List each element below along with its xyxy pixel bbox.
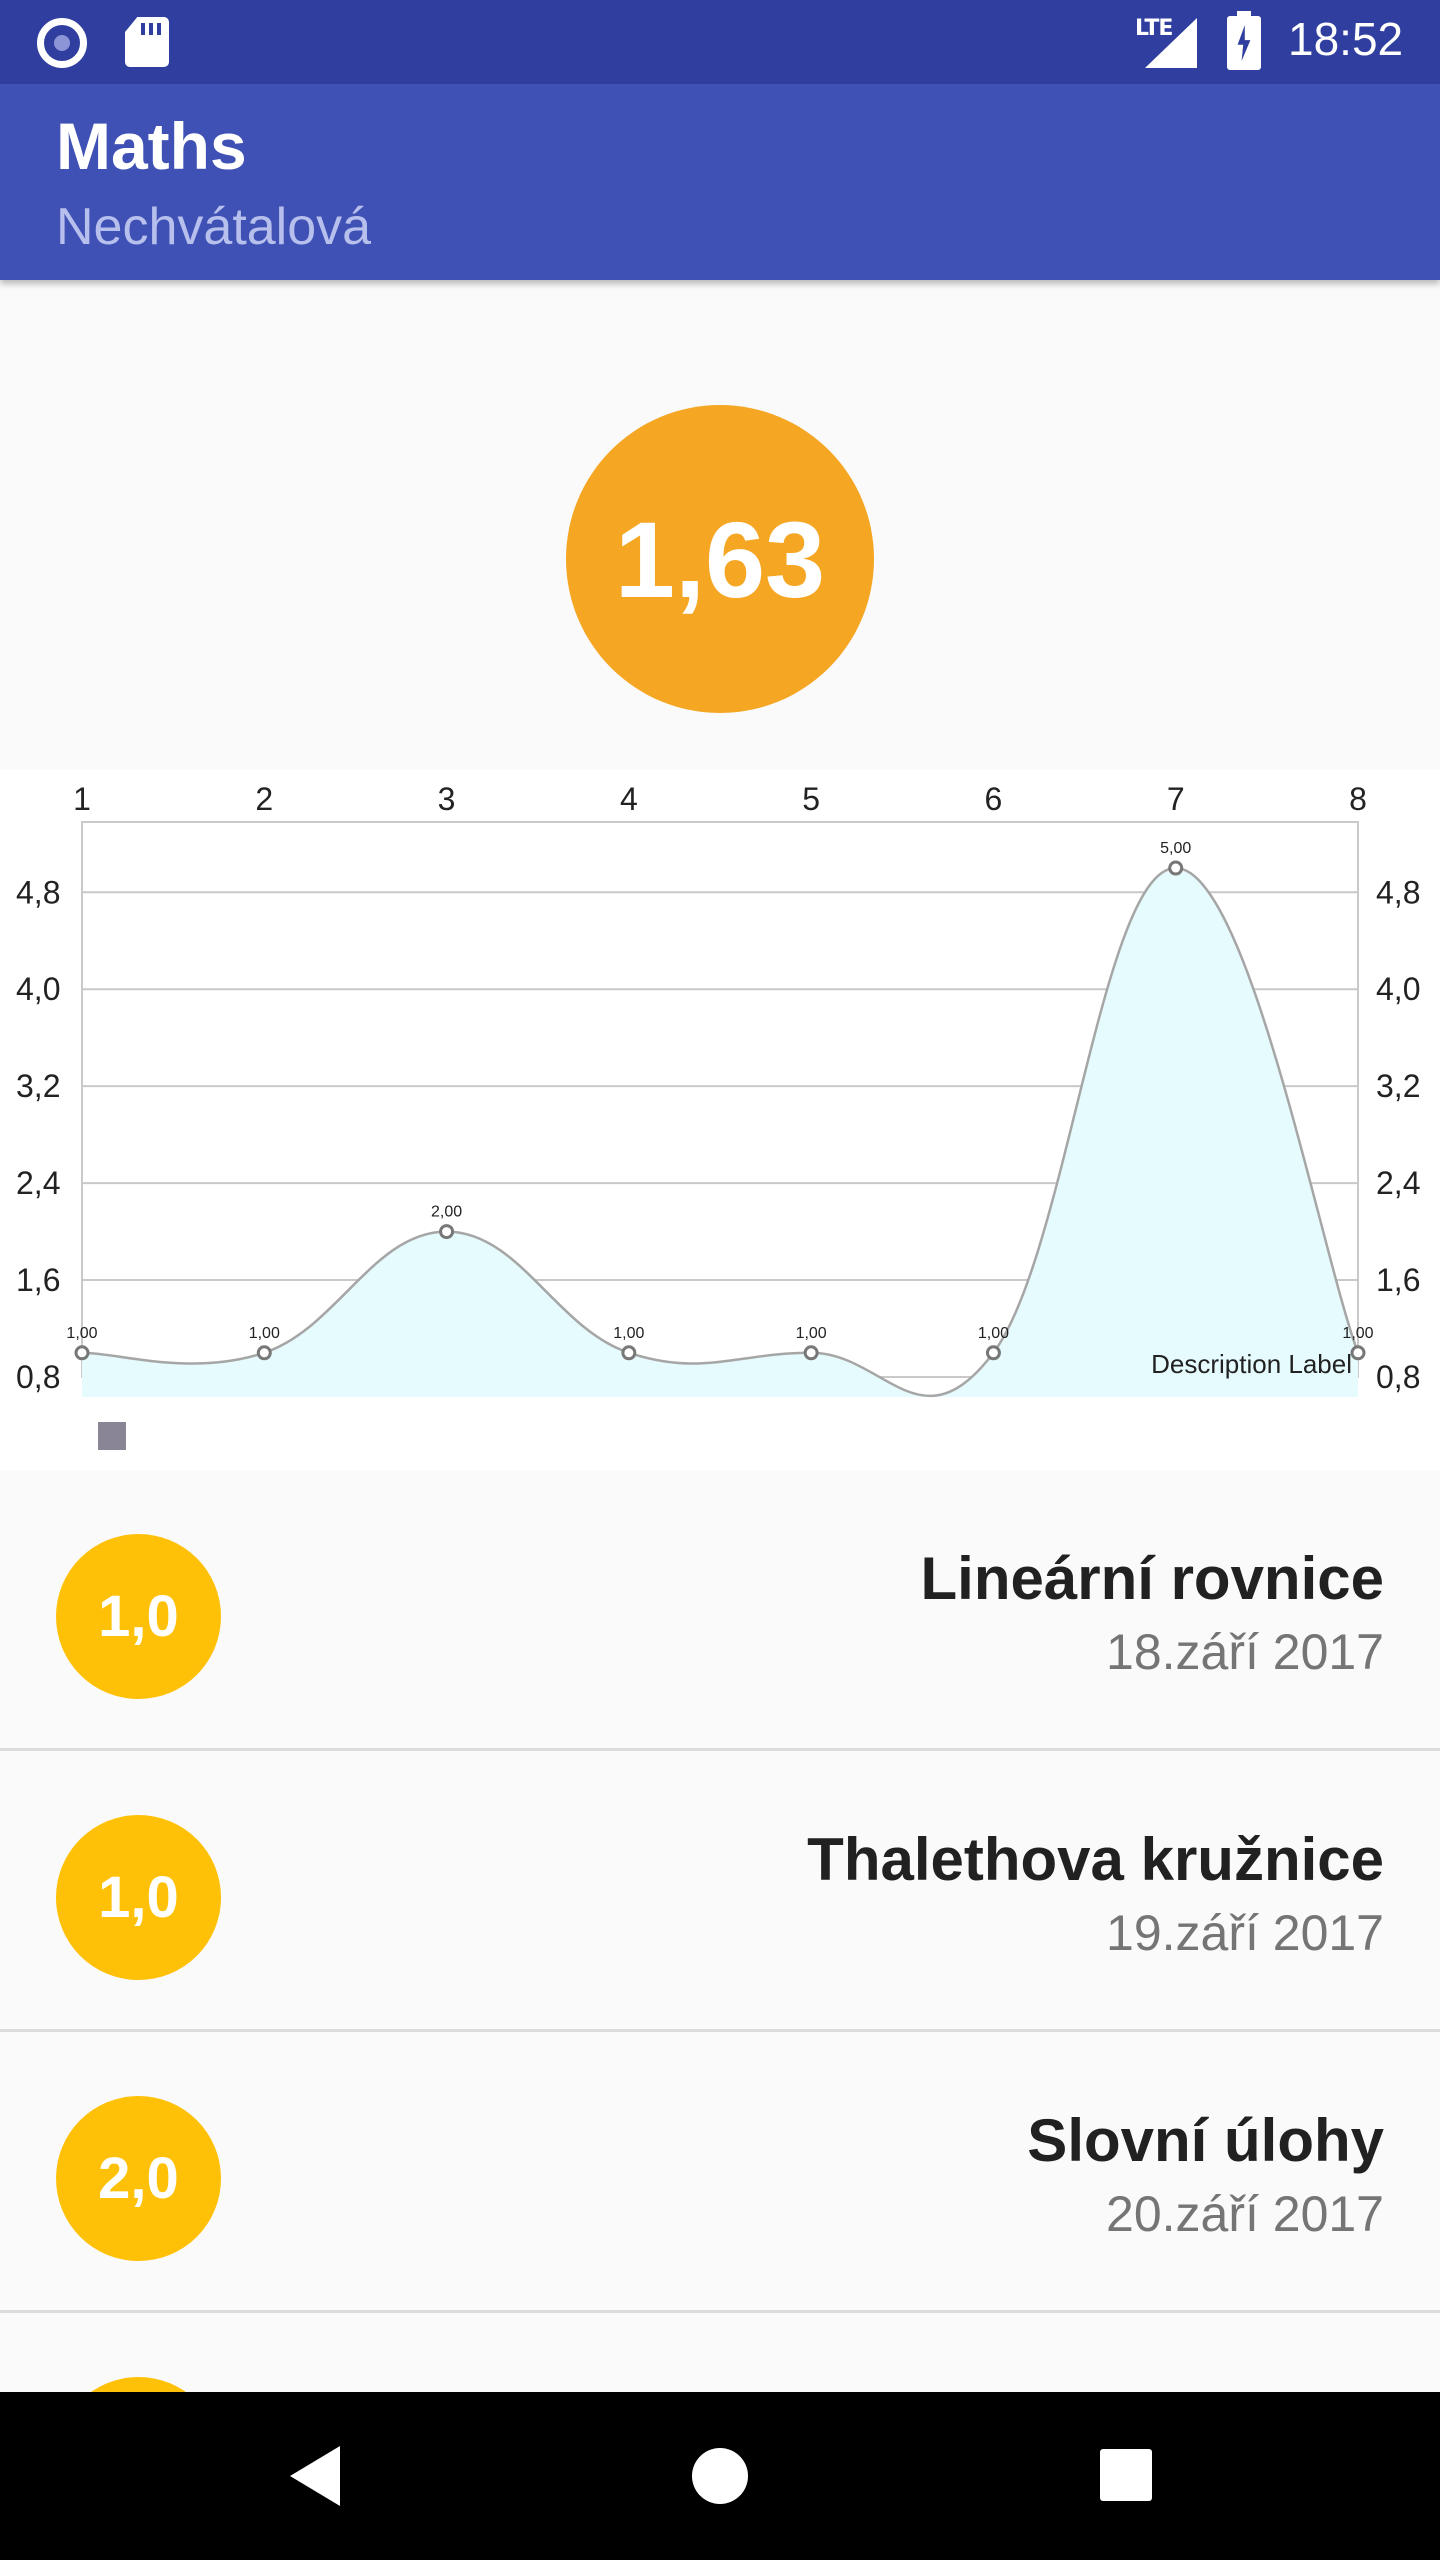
chart-data-label: 1,00	[66, 1325, 97, 1342]
chart-data-point	[74, 1345, 90, 1361]
chart-legend-marker	[98, 1422, 126, 1450]
home-icon[interactable]	[692, 2448, 748, 2504]
chart-data-point	[985, 1345, 1001, 1361]
x-tick-label: 4	[620, 781, 638, 817]
navigation-bar	[0, 2392, 1440, 2560]
app-bar: Maths Nechvátalová	[0, 84, 1440, 280]
grade-list-item[interactable]: 1,0 Thalethova kružnice 19.září 2017	[0, 1751, 1440, 2032]
chart-data-label: 1,00	[978, 1325, 1009, 1342]
y-tick-label-right: 4,0	[1376, 971, 1420, 1007]
y-tick-label-left: 1,6	[16, 1262, 60, 1298]
grade-value: 2,0	[98, 2146, 179, 2211]
y-tick-label-right: 3,2	[1376, 1068, 1420, 1104]
grade-title: Lineární rovnice	[920, 1545, 1384, 1612]
x-tick-label: 8	[1349, 781, 1367, 817]
grade-date: 19.září 2017	[1106, 1905, 1384, 1961]
x-tick-label: 6	[985, 781, 1003, 817]
grade-badge: 2,0	[56, 2096, 221, 2261]
chart-data-point	[1350, 1345, 1366, 1361]
chart-data-point	[803, 1345, 819, 1361]
grade-value: 1,0	[98, 1584, 179, 1649]
recents-icon[interactable]	[1100, 2449, 1152, 2501]
notification-record-icon	[37, 18, 87, 68]
chart-data-point	[621, 1345, 637, 1361]
y-tick-label-right: 1,6	[1376, 1262, 1420, 1298]
chart-data-label: 1,00	[249, 1325, 280, 1342]
status-time: 18:52	[1288, 13, 1404, 65]
battery-charging-icon	[1227, 11, 1261, 70]
grade-list-item[interactable]: 2,0 Slovní úlohy 20.září 2017	[0, 2032, 1440, 2313]
grade-badge: 1,0	[56, 1534, 221, 1699]
chart-data-label: 5,00	[1160, 840, 1191, 857]
chart-data-point	[256, 1345, 272, 1361]
chart-data-label: 2,00	[431, 1204, 462, 1221]
average-grade-value: 1,63	[614, 498, 826, 620]
grade-list-item[interactable]: 1,0 Lineární rovnice 18.září 2017	[0, 1470, 1440, 1751]
sd-card-icon	[125, 17, 169, 67]
chart-data-label: 1,00	[1342, 1325, 1373, 1342]
app-screen: LTE 18:52 Maths Nechvátalová 1,63 0,8 0,8…	[0, 0, 1440, 2560]
chart-data-label: 1,00	[613, 1325, 644, 1342]
x-tick-label: 2	[255, 781, 273, 817]
y-tick-label-left: 3,2	[16, 1068, 60, 1104]
y-tick-label-right: 0,8	[1376, 1359, 1420, 1395]
grade-badge: 1,0	[56, 1815, 221, 1980]
y-tick-label-left: 4,8	[16, 874, 60, 910]
average-grade-badge: 1,63	[566, 405, 874, 713]
grade-date: 20.září 2017	[1106, 2186, 1384, 2242]
y-tick-label-left: 0,8	[16, 1359, 60, 1395]
grades-chart[interactable]: 0,8 0,8 1,6 1,6 2,4 2,4 3,2 3,2 4,0 4,0 4,8 4,8 1 2 3 4…	[0, 770, 1440, 1476]
y-tick-label-right: 2,4	[1376, 1165, 1420, 1201]
y-tick-label-left: 4,0	[16, 971, 60, 1007]
chart-svg: 0,8 0,8 1,6 1,6 2,4 2,4 3,2 3,2 4,0 4,0 4,8 4,8 1 2 3 4…	[16, 781, 1420, 1398]
y-tick-label-left: 2,4	[16, 1165, 60, 1201]
page-subtitle: Nechvátalová	[56, 198, 372, 256]
chart-data-point	[1168, 860, 1184, 876]
grade-value: 1,0	[98, 1865, 179, 1930]
x-tick-label: 7	[1167, 781, 1185, 817]
chart-data-point	[439, 1224, 455, 1240]
x-tick-label: 5	[802, 781, 820, 817]
chart-description-label: Description Label	[1151, 1349, 1352, 1379]
grade-title: Thalethova kružnice	[807, 1826, 1384, 1893]
back-icon[interactable]	[290, 2446, 340, 2506]
page-title: Maths	[56, 109, 247, 183]
status-bar: LTE 18:52	[0, 0, 1440, 84]
grade-date: 18.září 2017	[1106, 1624, 1384, 1680]
y-tick-label-right: 4,8	[1376, 874, 1420, 910]
network-type-label: LTE	[1135, 16, 1173, 41]
x-tick-label: 1	[73, 781, 91, 817]
chart-data-label: 1,00	[796, 1325, 827, 1342]
grade-title: Slovní úlohy	[1027, 2107, 1384, 2174]
x-tick-label: 3	[438, 781, 456, 817]
